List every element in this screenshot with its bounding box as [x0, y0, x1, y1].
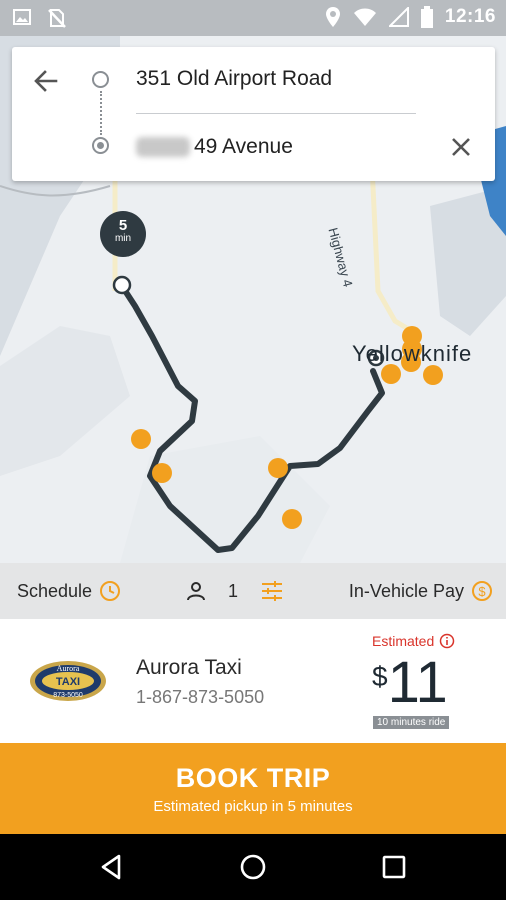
fare-amount: 11: [387, 650, 448, 715]
wifi-icon: [353, 8, 376, 26]
status-time: 12:16: [444, 6, 496, 27]
image-icon: [13, 9, 31, 25]
back-triangle-icon[interactable]: [97, 852, 127, 882]
filter-sliders-icon[interactable]: [260, 580, 284, 602]
book-trip-button[interactable]: BOOK TRIP Estimated pickup in 5 minutes: [0, 743, 506, 834]
person-icon: [187, 582, 205, 601]
passenger-count: 1: [228, 580, 239, 601]
eta-unit: min: [114, 233, 132, 244]
svg-text:TAXI: TAXI: [56, 676, 80, 688]
payment-button[interactable]: In-Vehicle Pay $: [349, 580, 493, 602]
eta-value: 5: [118, 217, 128, 234]
book-trip-title: BOOK TRIP: [175, 763, 331, 793]
dollar-icon: $: [472, 581, 492, 601]
redacted-text: [136, 137, 190, 157]
schedule-label: Schedule: [17, 580, 93, 601]
info-icon[interactable]: [439, 633, 455, 649]
currency-symbol: $: [372, 661, 388, 692]
svg-text:Aurora: Aurora: [57, 664, 80, 673]
aurora-taxi-logo: Aurora TAXI 873-5050: [30, 661, 106, 701]
no-sim-icon: [48, 9, 66, 28]
pickup-estimate: Estimated pickup in 5 minutes: [153, 798, 353, 815]
navigation-bar: [0, 834, 506, 900]
svg-text:$: $: [478, 584, 486, 599]
payment-label: In-Vehicle Pay: [348, 580, 464, 601]
dropoff-dot-icon: [92, 137, 109, 154]
recents-square-icon[interactable]: [379, 852, 409, 882]
city-label: Yellowknife: [352, 341, 473, 366]
battery-icon: [420, 6, 433, 28]
close-icon[interactable]: [447, 133, 475, 161]
fare-price: $ 11: [372, 653, 448, 713]
dropoff-text: 49 Avenue: [194, 135, 293, 158]
home-circle-icon[interactable]: [238, 852, 268, 882]
location-icon: [325, 7, 340, 27]
status-bar: 12:16: [0, 0, 506, 36]
clock-icon: [100, 581, 121, 601]
ride-duration-badge: 10 minutes ride: [373, 716, 450, 729]
pickup-field[interactable]: 351 Old Airport Road: [136, 67, 332, 91]
schedule-button[interactable]: Schedule: [17, 580, 121, 602]
route-dotted-line: [100, 91, 102, 135]
divider: [136, 113, 416, 114]
passenger-count-button[interactable]: 1: [186, 580, 284, 602]
pickup-dot-icon: [92, 71, 109, 88]
svg-text:873-5050: 873-5050: [53, 692, 83, 699]
eta-bubble: 5 min: [100, 211, 146, 257]
dropoff-field[interactable]: 49 Avenue: [136, 135, 293, 159]
estimated-label: Estimated: [372, 633, 455, 649]
options-bar: Schedule 1 In-Vehicle Pay $: [0, 563, 506, 619]
provider-phone[interactable]: 1-867-873-5050: [136, 687, 264, 708]
pickup-marker: [112, 275, 132, 295]
provider-name: Aurora Taxi: [136, 656, 242, 679]
provider-card[interactable]: Aurora TAXI 873-5050 Aurora Taxi 1-867-8…: [0, 619, 506, 743]
back-arrow-icon[interactable]: [32, 67, 60, 95]
route-card: 351 Old Airport Road 49 Avenue: [12, 47, 495, 181]
signal-icon: [388, 7, 409, 27]
